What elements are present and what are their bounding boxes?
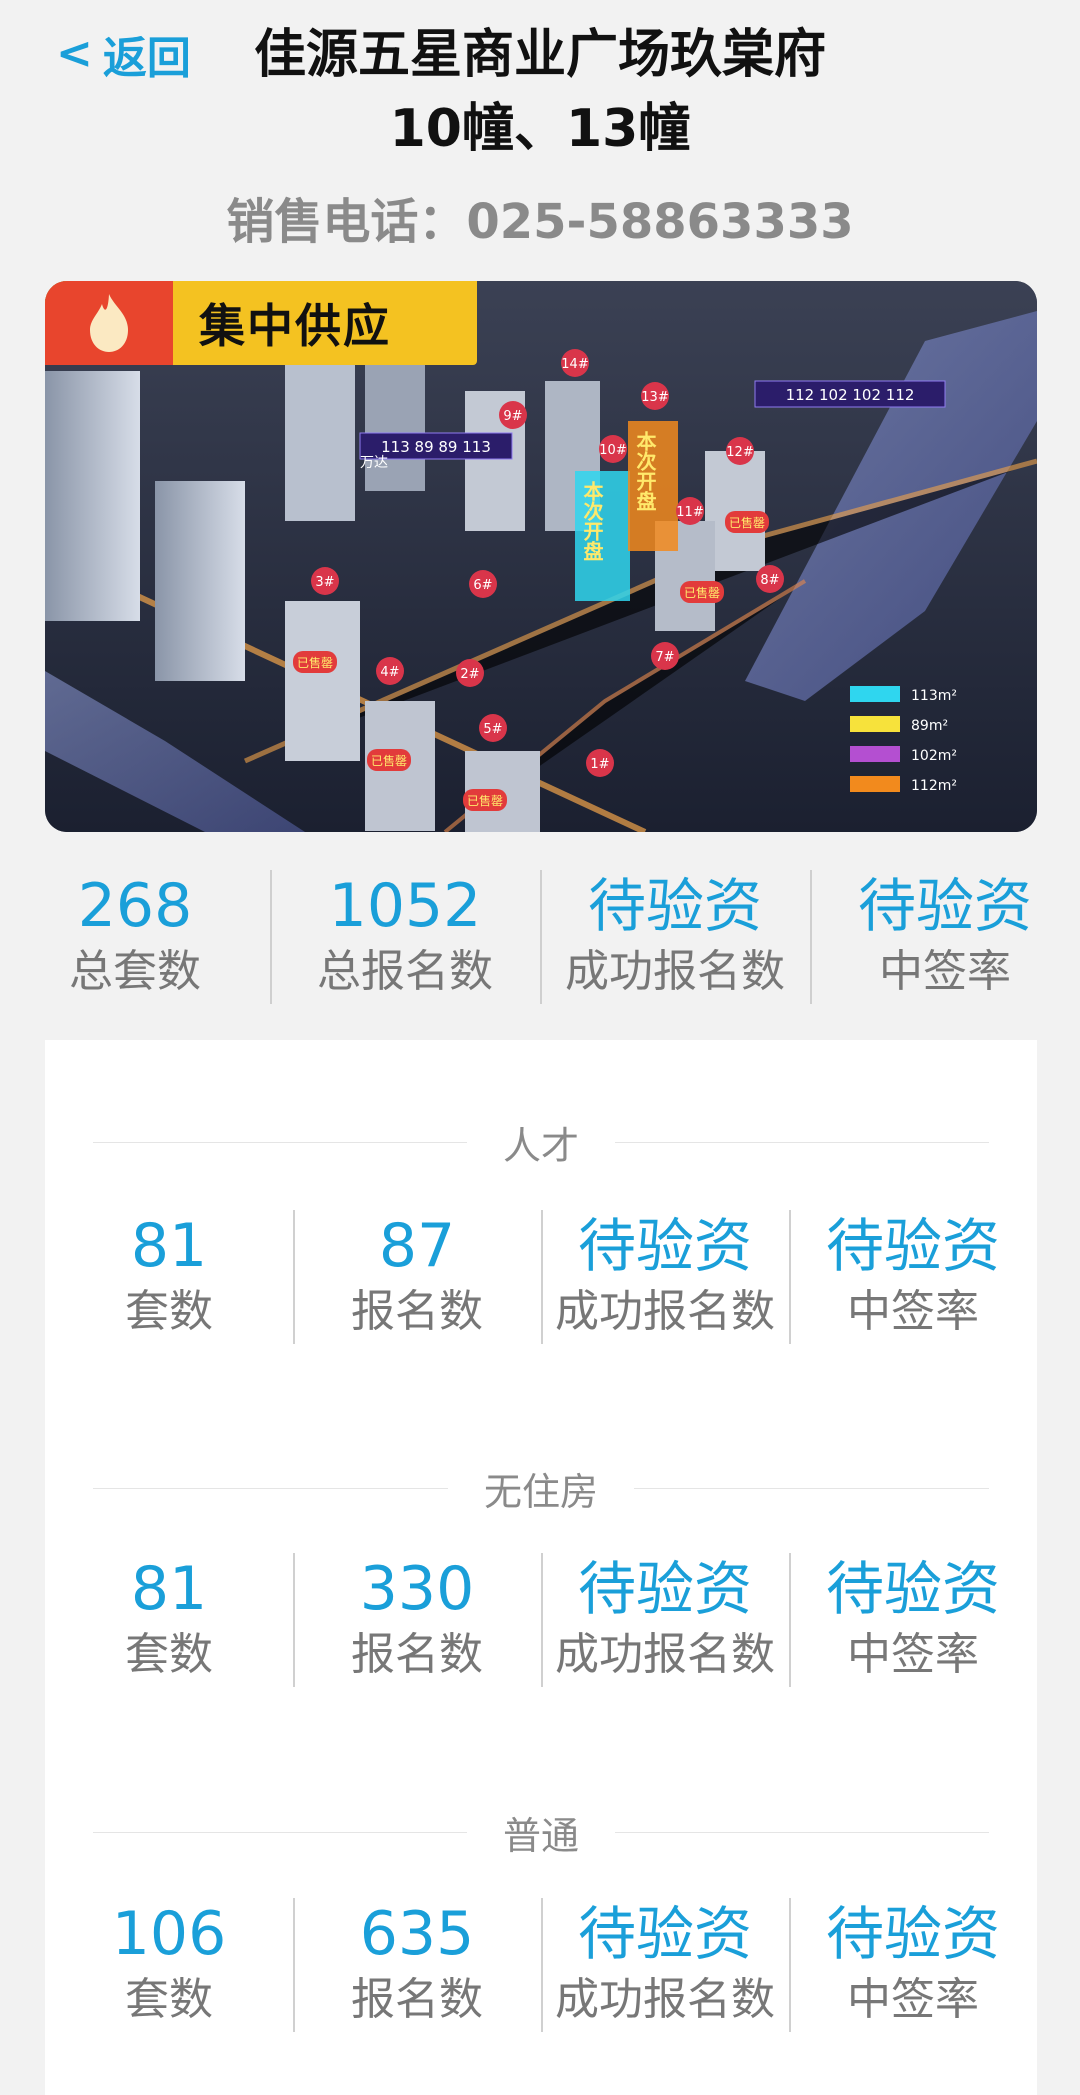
svg-text:10#: 10# (599, 443, 626, 458)
divider (93, 1487, 448, 1489)
stat-label: 成功报名数 (565, 946, 785, 997)
stat-value: 268 (77, 871, 193, 941)
svg-text:8#: 8# (760, 573, 779, 588)
svg-text:14#: 14# (561, 357, 588, 372)
stat-successful-registrations: 待验资 成功报名数 (541, 1545, 789, 1695)
supply-badge: 集中供应 (45, 281, 477, 365)
svg-text:6#: 6# (473, 578, 492, 593)
section-row-no-housing: 81 套数 330 报名数 待验资 成功报名数 待验资 中签率 (45, 1545, 1037, 1695)
divider (634, 1487, 990, 1489)
svg-text:1#: 1# (590, 757, 609, 772)
stat-registrations: 635 报名数 (293, 1890, 541, 2040)
svg-text:已售罄: 已售罄 (371, 753, 407, 768)
svg-text:已售罄: 已售罄 (684, 585, 720, 600)
svg-text:已售罄: 已售罄 (467, 793, 503, 808)
stat-units: 106 套数 (111, 1899, 227, 2025)
section-row-talent: 81 套数 87 报名数 待验资 成功报名数 待验资 中签率 (45, 1202, 1037, 1352)
svg-text:5#: 5# (483, 722, 502, 737)
stat-registrations: 330 报名数 (293, 1545, 541, 1695)
plan-label-left: 113 89 89 113 (381, 438, 491, 456)
svg-text:已售罄: 已售罄 (297, 655, 333, 670)
svg-text:11#: 11# (676, 505, 703, 520)
title-line-2: 10幢、13幢 (389, 99, 691, 159)
section-title-no-housing: 无住房 (93, 1468, 990, 1514)
stat-registrations: 87 报名数 (293, 1202, 541, 1352)
divider (615, 1831, 990, 1833)
stat-value: 待验资 (857, 872, 1032, 940)
category-panel: 人才 81 套数 87 报名数 待验资 成功报名数 待验资 中签率 无住房 81… (45, 1040, 1037, 2095)
svg-text:9#: 9# (503, 409, 522, 424)
svg-text:已售罄: 已售罄 (729, 515, 765, 530)
stat-successful-registrations: 待验资 成功报名数 (540, 862, 810, 1012)
project-rendering-image: 113 89 89 113 112 102 102 112 本次开盘 本次开盘 … (45, 281, 1037, 832)
summary-stats: 268 总套数 1052 总报名数 待验资 成功报名数 待验资 中签率 (0, 862, 1080, 1012)
section-title-talent: 人才 (93, 1122, 990, 1168)
stat-label: 总报名数 (317, 946, 493, 997)
svg-text:113m²: 113m² (911, 688, 957, 704)
flame-icon (45, 281, 173, 365)
svg-text:7#: 7# (655, 650, 674, 665)
open-tag-1: 本次开盘 (580, 481, 604, 561)
open-tag-2: 本次开盘 (633, 431, 657, 511)
svg-text:12#: 12# (726, 445, 753, 460)
svg-text:89m²: 89m² (911, 718, 948, 734)
stat-successful-registrations: 待验资 成功报名数 (541, 1890, 789, 2040)
svg-text:102m²: 102m² (911, 748, 957, 764)
stat-win-rate: 待验资 中签率 (789, 1202, 1037, 1352)
supply-badge-text: 集中供应 (199, 299, 391, 353)
stat-label: 中签率 (879, 946, 1011, 997)
divider (93, 1831, 467, 1833)
stat-total-registrations: 1052 总报名数 (270, 862, 540, 1012)
section-row-general: 106 套数 635 报名数 待验资 成功报名数 待验资 中签率 (45, 1890, 1037, 2040)
svg-text:3#: 3# (315, 575, 334, 590)
svg-text:13#: 13# (641, 390, 668, 405)
landmark-label: 万达 (360, 455, 388, 471)
stat-win-rate: 待验资 中签率 (789, 1545, 1037, 1695)
divider (615, 1141, 990, 1143)
stat-total-units: 268 总套数 (0, 862, 270, 1012)
page-title: 佳源五星商业广场玖棠府 10幢、13幢 (0, 18, 1080, 166)
stat-units: 81 套数 (125, 1211, 213, 1337)
stat-label: 总套数 (69, 946, 201, 997)
section-title-general: 普通 (93, 1812, 990, 1858)
title-line-1: 佳源五星商业广场玖棠府 (253, 25, 826, 85)
svg-text:112m²: 112m² (911, 778, 957, 794)
svg-text:4#: 4# (380, 665, 399, 680)
sales-phone[interactable]: 销售电话：025-58863333 (0, 182, 1080, 252)
stat-win-rate: 待验资 中签率 (789, 1890, 1037, 2040)
stat-value: 1052 (328, 871, 482, 941)
stat-win-rate: 待验资 中签率 (810, 862, 1080, 1012)
stat-value: 待验资 (587, 872, 762, 940)
plan-label-right: 112 102 102 112 (786, 386, 915, 404)
divider (93, 1141, 467, 1143)
svg-text:2#: 2# (460, 667, 479, 682)
stat-units: 81 套数 (125, 1554, 213, 1680)
stat-successful-registrations: 待验资 成功报名数 (541, 1202, 789, 1352)
